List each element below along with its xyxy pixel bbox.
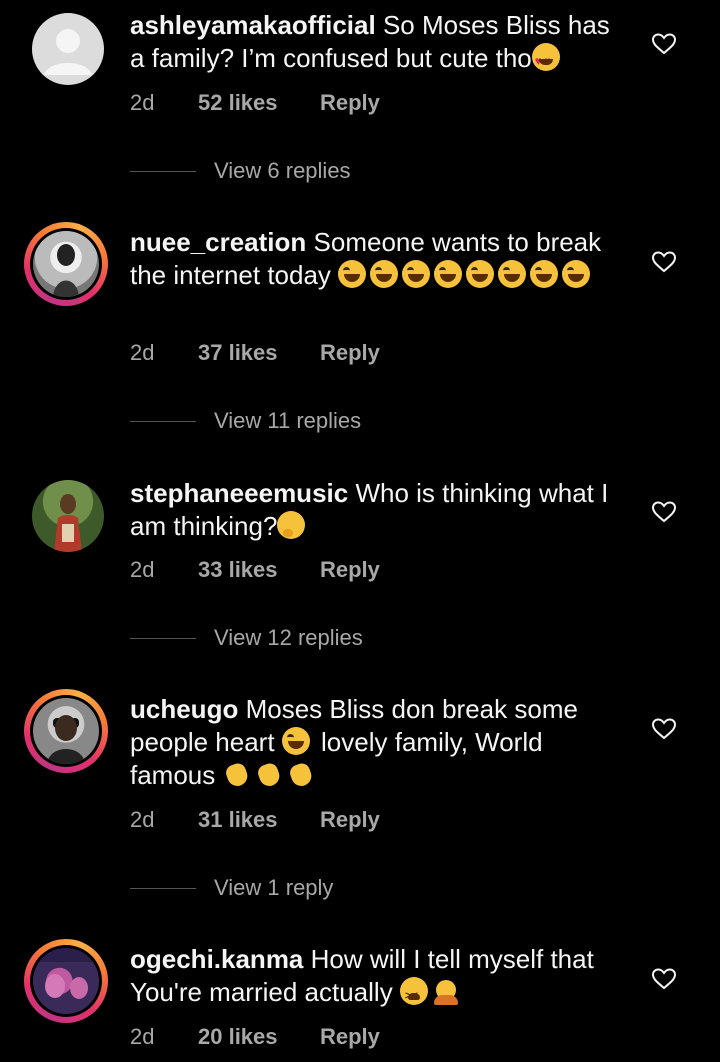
- divider-line: [130, 887, 196, 889]
- laughing-crying-emoji-icon: [466, 260, 495, 288]
- thinking-emoji-icon: [277, 511, 306, 539]
- comment-username[interactable]: nuee_creation: [130, 227, 306, 257]
- laughing-crying-emoji-icon: [370, 260, 399, 288]
- divider-line: [130, 420, 196, 422]
- profile-photo-icon: [54, 494, 82, 552]
- avatar[interactable]: [24, 222, 108, 306]
- comment-username[interactable]: ogechi.kanma: [130, 944, 303, 974]
- comment-time: 2d: [130, 90, 155, 115]
- comment-meta: 2d 31 likes Reply: [130, 807, 380, 833]
- comment-body: stephaneeemusic Who is thinking what I a…: [130, 477, 630, 543]
- comment-username[interactable]: ashleyamakaofficial: [130, 10, 376, 40]
- like-heart-icon[interactable]: [651, 500, 677, 524]
- view-replies-label: View 1 reply: [214, 875, 334, 900]
- comment-body: ogechi.kanma How will I tell myself that…: [130, 943, 630, 1013]
- comment-body: ucheugo Moses Bliss don break some peopl…: [130, 693, 630, 792]
- like-heart-icon[interactable]: [651, 717, 677, 741]
- clapping-emoji-icon: [223, 760, 251, 788]
- comment-username[interactable]: stephaneeemusic: [130, 478, 348, 508]
- view-replies-label: View 11 replies: [214, 408, 362, 433]
- clapping-emoji-icon: [255, 760, 283, 788]
- like-heart-icon[interactable]: [651, 967, 677, 991]
- comment-likes[interactable]: 33 likes: [198, 557, 320, 583]
- view-replies-label: View 12 replies: [214, 625, 363, 650]
- like-heart-icon[interactable]: [651, 250, 677, 274]
- reply-button[interactable]: Reply: [320, 557, 380, 583]
- laughing-crying-emoji-icon: [498, 260, 527, 288]
- comment-body: nuee_creation Someone wants to break the…: [130, 226, 630, 292]
- avatar[interactable]: [24, 939, 108, 1023]
- comment-time: 2d: [130, 807, 155, 832]
- avatar[interactable]: [32, 480, 104, 552]
- profile-photo-icon: [47, 715, 85, 764]
- view-replies-button[interactable]: View 6 replies: [130, 158, 351, 184]
- comment-likes[interactable]: 31 likes: [198, 807, 320, 833]
- comment-likes[interactable]: 37 likes: [198, 340, 320, 366]
- avatar[interactable]: [32, 13, 104, 85]
- reply-button[interactable]: Reply: [320, 1024, 380, 1050]
- comment-likes[interactable]: 52 likes: [198, 90, 320, 116]
- reply-button[interactable]: Reply: [320, 340, 380, 366]
- comment-meta: 2d 52 likes Reply: [130, 90, 380, 116]
- view-replies-button[interactable]: View 1 reply: [130, 875, 333, 901]
- divider-line: [130, 637, 196, 639]
- profile-photo-icon: [33, 948, 99, 999]
- reply-button[interactable]: Reply: [320, 807, 380, 833]
- laughing-crying-emoji-icon: [281, 727, 310, 755]
- comment-likes[interactable]: 20 likes: [198, 1024, 320, 1050]
- facepalm-emoji-icon: [432, 977, 460, 1005]
- laughing-crying-emoji-icon: [562, 260, 591, 288]
- heart-eyes-emoji-icon: [531, 43, 560, 78]
- default-avatar-icon: [44, 29, 92, 75]
- comment-meta: 2d 37 likes Reply: [130, 340, 380, 366]
- tired-face-emoji-icon: [399, 977, 428, 1013]
- comment-time: 2d: [130, 340, 155, 365]
- view-replies-label: View 6 replies: [214, 158, 351, 183]
- laughing-crying-emoji-icon: [402, 260, 431, 288]
- divider-line: [130, 170, 196, 172]
- laughing-crying-emoji-icon: [530, 260, 559, 288]
- laughing-crying-emoji-icon: [338, 260, 367, 288]
- comment-time: 2d: [130, 1024, 155, 1049]
- laughing-crying-emoji-icon: [434, 260, 463, 288]
- profile-photo-icon: [53, 244, 79, 297]
- view-replies-button[interactable]: View 12 replies: [130, 625, 363, 651]
- comment-meta: 2d 20 likes Reply: [130, 1024, 380, 1050]
- reply-button[interactable]: Reply: [320, 90, 380, 116]
- view-replies-button[interactable]: View 11 replies: [130, 408, 361, 434]
- avatar[interactable]: [24, 689, 108, 773]
- clapping-emoji-icon: [287, 760, 315, 788]
- comment-meta: 2d 33 likes Reply: [130, 557, 380, 583]
- comment-time: 2d: [130, 557, 155, 582]
- comment-body: ashleyamakaofficial So Moses Bliss has a…: [130, 9, 630, 78]
- like-heart-icon[interactable]: [651, 32, 677, 56]
- comment-username[interactable]: ucheugo: [130, 694, 238, 724]
